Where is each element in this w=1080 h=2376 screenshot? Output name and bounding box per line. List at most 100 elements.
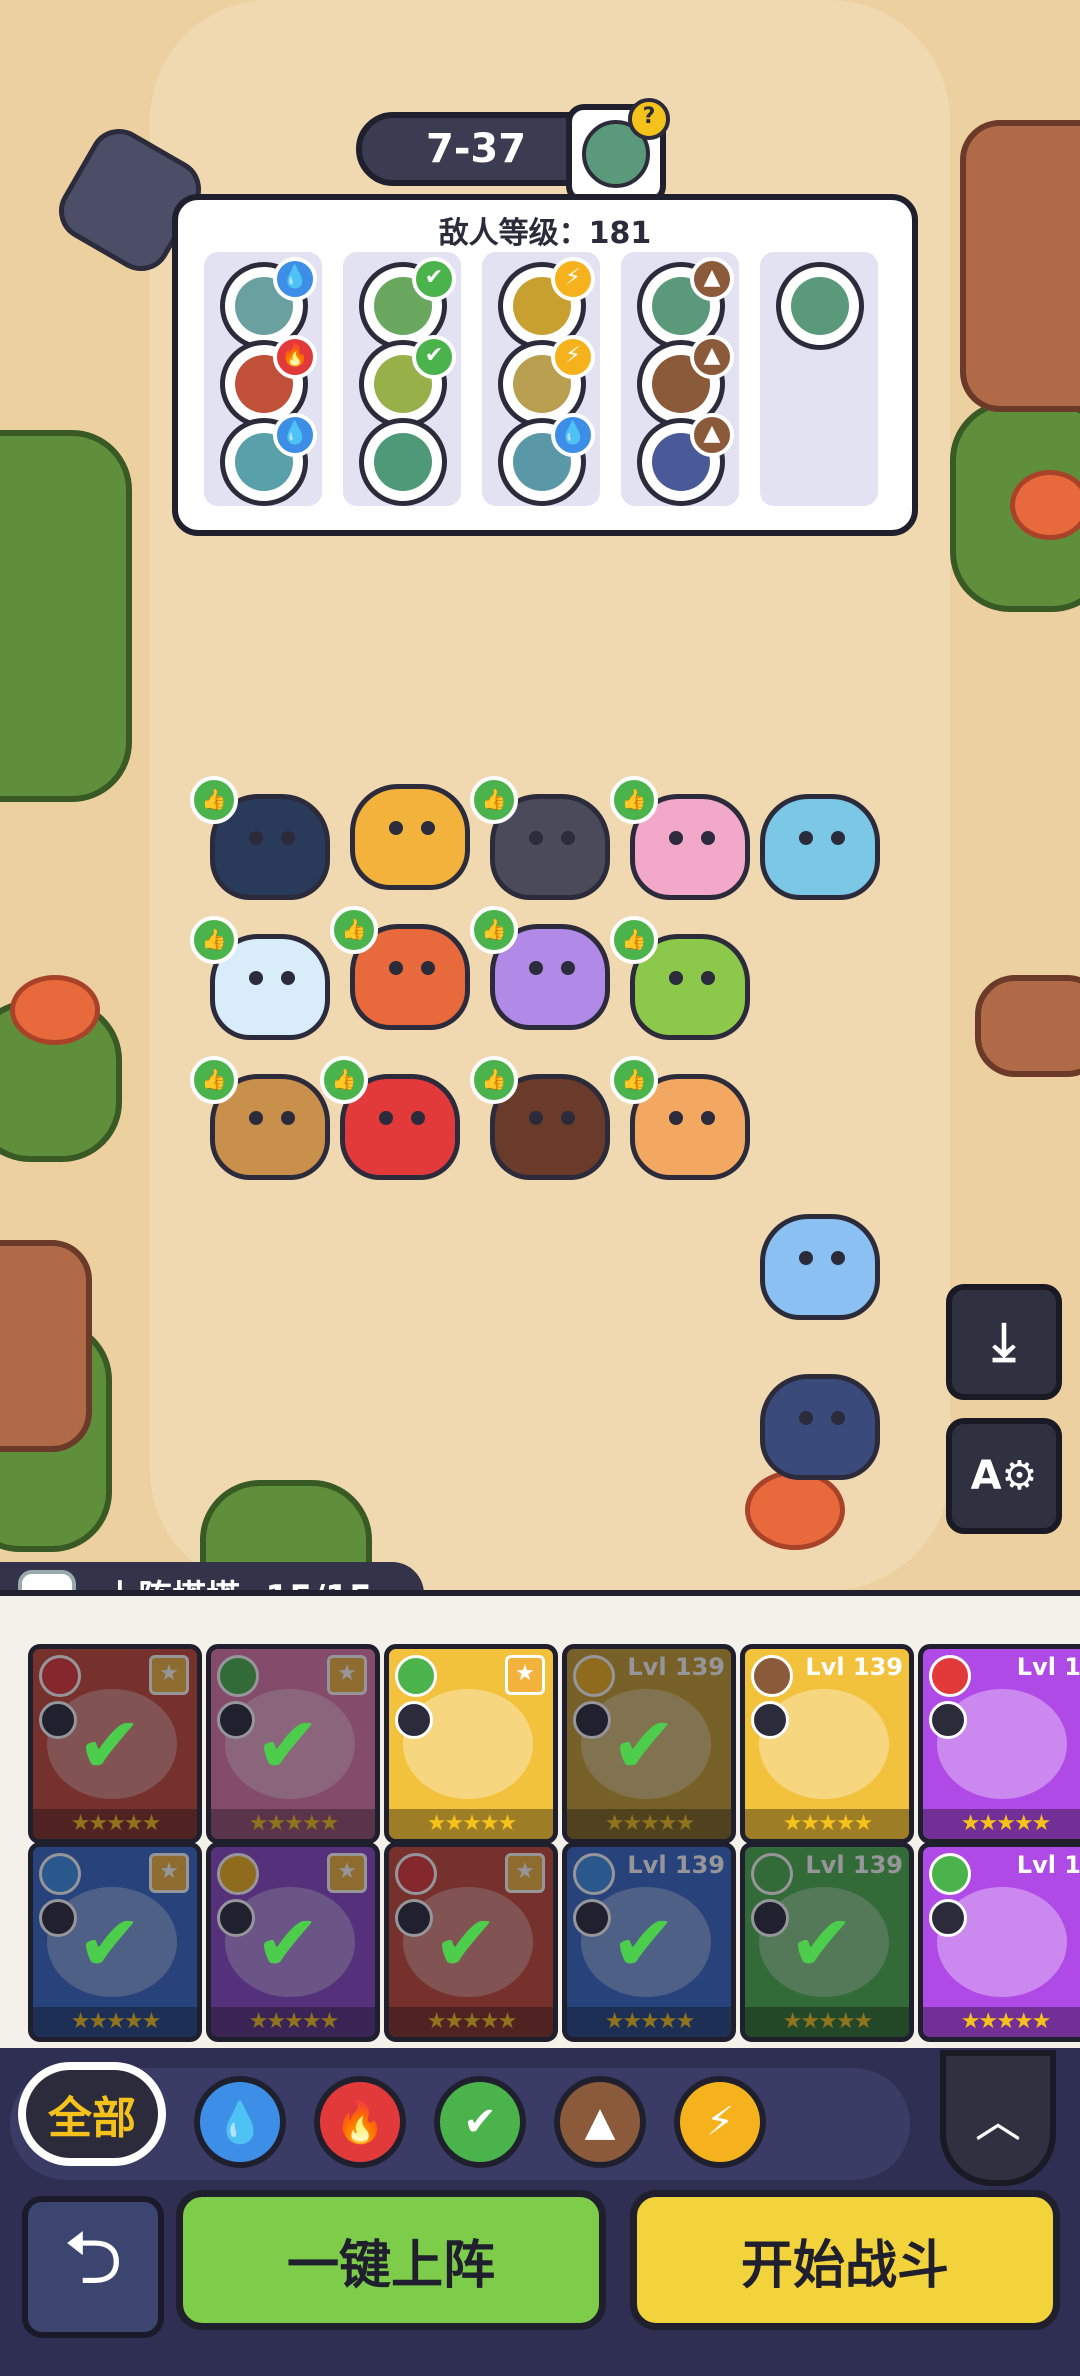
thumbs-up-icon: 👍: [190, 776, 238, 824]
enemy-level-title: 敌人等级：181: [438, 216, 652, 251]
hero-slot-star-cat[interactable]: 👍: [470, 906, 610, 1030]
enemy-portrait[interactable]: ▲: [637, 413, 734, 506]
hero-eye: [701, 1111, 715, 1125]
storm-beast-hero-sprite: [760, 1374, 880, 1480]
hero-eye: [529, 961, 543, 975]
hero-card[interactable]: Lvl 139 ★★★★★ ✔: [562, 1842, 736, 2042]
lightning-element-icon: [573, 1655, 615, 1697]
role-icon: [217, 1701, 255, 1739]
hero-card[interactable]: Lvl 139 ★★★★★ ✔: [740, 1842, 914, 2042]
thumbs-up-icon: 👍: [470, 906, 518, 954]
hero-slot-lion[interactable]: [340, 770, 470, 890]
hero-card[interactable]: ★ ★★★★★ ✔: [28, 1842, 202, 2042]
hero-eye: [799, 1411, 813, 1425]
filter-all-label: 全部: [48, 2093, 136, 2144]
hero-card-stars: ★★★★★: [389, 1809, 553, 1839]
hero-card-stars: ★★★★★: [33, 1809, 197, 1839]
hero-card[interactable]: ★ ★★★★★: [384, 1644, 558, 1844]
leaf-element-icon: [395, 1655, 437, 1697]
filter-water-button[interactable]: 💧: [194, 2076, 286, 2168]
hero-slot-pink-dragon[interactable]: 👍: [610, 776, 750, 900]
enemy-portrait[interactable]: [359, 418, 447, 506]
favorite-star-icon: ★: [327, 1655, 367, 1695]
selected-check-icon: ✔: [77, 1701, 143, 1791]
hero-card[interactable]: ★ ★★★★★ ✔: [206, 1644, 380, 1844]
hero-eye: [529, 831, 543, 845]
hero-eye: [379, 1111, 393, 1125]
collapse-roster-button[interactable]: ︿: [940, 2050, 1056, 2186]
hero-slot-flower[interactable]: 👍: [610, 1056, 750, 1180]
start-battle-button[interactable]: 开始战斗: [630, 2190, 1060, 2330]
role-icon: [929, 1899, 967, 1937]
thumbs-up-icon: 👍: [610, 916, 658, 964]
role-icon: [395, 1701, 433, 1739]
filter-lightning-button[interactable]: ⚡: [674, 2076, 766, 2168]
auto-deploy-button[interactable]: 一键上阵: [176, 2190, 606, 2330]
hero-eye: [831, 831, 845, 845]
enemy-info-button[interactable]: ?: [566, 98, 670, 204]
fire-element-icon: [39, 1655, 81, 1697]
thumbs-up-icon: 👍: [190, 916, 238, 964]
hero-slot-penguin[interactable]: 👍: [190, 776, 330, 900]
hero-slot-fire-bird[interactable]: 👍: [330, 906, 470, 1030]
hero-card-stars: ★★★★★: [567, 1809, 731, 1839]
enemy-column: ✔ ✔: [343, 252, 461, 506]
hero-slot-ice-dino[interactable]: [750, 1200, 880, 1320]
role-icon: [751, 1701, 789, 1739]
hero-eye: [669, 971, 683, 985]
hero-slot-storm-beast[interactable]: [750, 1360, 880, 1480]
shell-crab-hero-sprite: [760, 794, 880, 900]
hero-slot-seal[interactable]: 👍: [470, 776, 610, 900]
hero-slot-red-fish[interactable]: 👍: [320, 1056, 460, 1180]
leaf-element-icon: ✔: [412, 257, 456, 301]
hero-card-level: Lvl 139: [627, 1653, 725, 1681]
leaf-element-icon: [929, 1853, 971, 1895]
thumbs-up-icon: 👍: [610, 776, 658, 824]
hero-card[interactable]: ★ ★★★★★ ✔: [384, 1842, 558, 2042]
enemy-portrait[interactable]: 💧: [498, 413, 595, 506]
thumbs-up-icon: 👍: [330, 906, 378, 954]
hero-card-stars: ★★★★★: [923, 2007, 1080, 2037]
hero-slot-leaf-fox[interactable]: 👍: [610, 916, 750, 1040]
role-icon: [573, 1701, 611, 1739]
role-icon: [39, 1701, 77, 1739]
hero-card-stars: ★★★★★: [389, 2007, 553, 2037]
hero-card[interactable]: ★ ★★★★★ ✔: [28, 1644, 202, 1844]
role-icon: [573, 1899, 611, 1937]
filter-earth-button[interactable]: ▲: [554, 2076, 646, 2168]
earth-element-icon: ▲: [690, 335, 734, 379]
filter-fire-button[interactable]: 🔥: [314, 2076, 406, 2168]
hero-slot-ghost-bunny[interactable]: 👍: [190, 916, 330, 1040]
hero-eye: [669, 1111, 683, 1125]
enemy-portrait[interactable]: [776, 262, 864, 350]
hero-eye: [529, 1111, 543, 1125]
hero-eye: [389, 821, 403, 835]
auto-settings-button[interactable]: A⚙: [946, 1418, 1062, 1534]
filter-all-button[interactable]: 全部: [18, 2062, 166, 2166]
earth-element-icon: [751, 1655, 793, 1697]
hero-card[interactable]: Lvl 1 ★★★★★: [918, 1842, 1080, 2042]
auto-settings-icon: A⚙: [970, 1453, 1038, 1499]
enemy-portrait[interactable]: ✔: [359, 335, 456, 428]
filter-leaf-button[interactable]: ✔: [434, 2076, 526, 2168]
back-button[interactable]: ⮌: [22, 2196, 164, 2338]
hero-eye: [701, 831, 715, 845]
hero-eye: [411, 1111, 425, 1125]
hero-card[interactable]: ★ ★★★★★ ✔: [206, 1842, 380, 2042]
hero-card-stars: ★★★★★: [923, 1809, 1080, 1839]
thumbs-up-icon: 👍: [470, 1056, 518, 1104]
hero-card-level: Lvl 1: [1016, 1851, 1080, 1879]
enemy-portrait[interactable]: 💧: [220, 413, 317, 506]
hero-card[interactable]: Lvl 1 ★★★★★: [918, 1644, 1080, 1844]
hero-card[interactable]: Lvl 139 ★★★★★: [740, 1644, 914, 1844]
hero-card[interactable]: Lvl 139 ★★★★★ ✔: [562, 1644, 736, 1844]
hero-slot-snail[interactable]: 👍: [470, 1056, 610, 1180]
hero-card-level: Lvl 1: [1016, 1653, 1080, 1681]
hero-slot-dog[interactable]: 👍: [190, 1056, 330, 1180]
save-lineup-button[interactable]: ⤓: [946, 1284, 1062, 1400]
hero-eye: [249, 831, 263, 845]
hero-slot-shell-crab[interactable]: [750, 780, 880, 900]
thumbs-up-icon: 👍: [320, 1056, 368, 1104]
hero-eye: [799, 831, 813, 845]
role-icon: [751, 1899, 789, 1937]
